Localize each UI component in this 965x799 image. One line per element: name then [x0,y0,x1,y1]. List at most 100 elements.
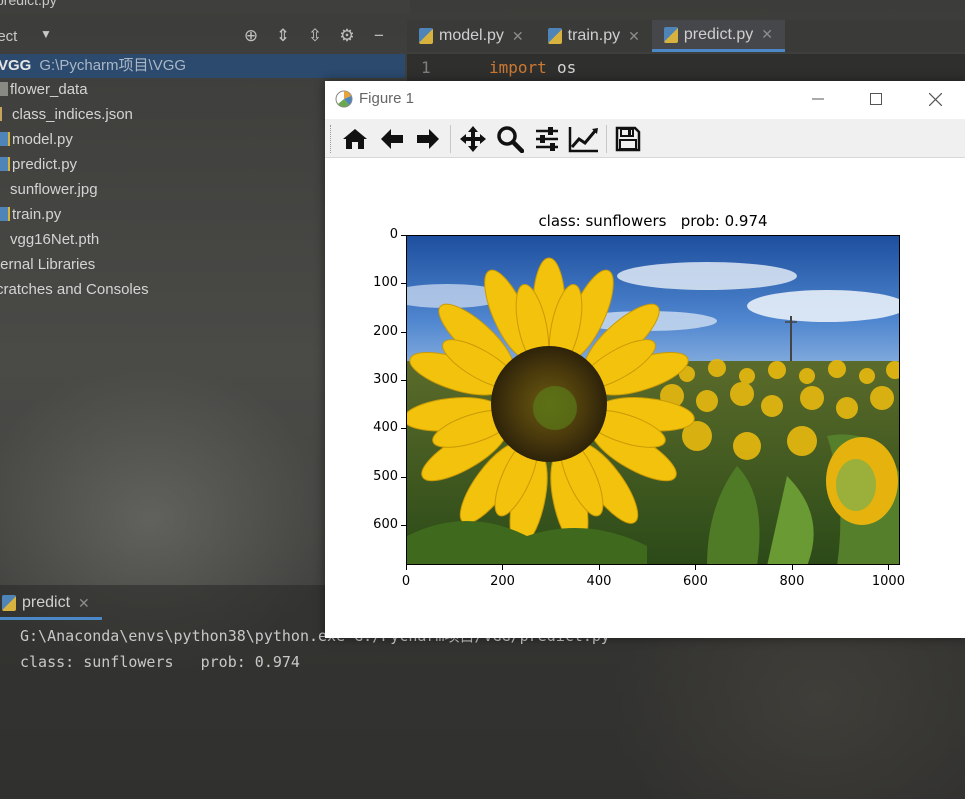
tab-train[interactable]: train.py ✕ [536,20,652,52]
tree-item[interactable]: predict.py [0,153,77,177]
sunflower-image [407,236,899,564]
y-tick-label: 0 [389,227,398,242]
matplotlib-logo-icon [335,90,353,108]
save-button[interactable] [612,123,644,155]
root-name: VGG [0,57,32,74]
configure-subplots-icon [536,127,558,151]
forward-button[interactable] [412,123,444,155]
tree-item[interactable]: flower_data [0,78,88,102]
run-tab-label: predict [22,594,71,611]
tree-item-label: cratches and Consoles [0,281,149,298]
y-tick-label: 300 [373,371,398,387]
tree-item-label: flower_data [10,81,88,98]
locate-icon[interactable]: ⊕ [240,25,262,47]
x-tick-mark [888,565,890,570]
close-button[interactable] [912,85,958,113]
home-icon [343,129,367,149]
figure-window: Figure 1 class: sunflowers prob: 0.974 0… [325,81,965,638]
edit-axis-button[interactable] [568,123,600,155]
tree-root-vgg[interactable]: VGG G:\Pycharm项目\VGG [0,54,405,78]
tree-item-label: ternal Libraries [0,256,96,273]
project-view-label[interactable]: ject [0,28,17,45]
tab-predict[interactable]: predict.py ✕ [651,20,785,52]
tree-item[interactable]: sunflower.jpg [0,178,98,202]
save-icon [615,126,641,152]
x-tick-label: 600 [683,574,708,589]
x-tick-mark [406,565,407,570]
back-icon [381,129,403,149]
editor-code-line[interactable]: 1 import os [407,54,965,82]
tree-item-label: sunflower.jpg [10,181,98,198]
x-tick-mark [502,565,504,570]
code-keyword: import [489,58,547,77]
close-icon[interactable]: ✕ [78,595,90,612]
python-file-icon [547,28,562,44]
python-file-icon [419,28,433,44]
figure-toolbar [325,119,965,158]
configure-subplots-button[interactable] [531,123,563,155]
y-tick-mark [401,379,406,381]
tree-item[interactable]: ternal Libraries [0,253,95,277]
minimize-icon[interactable]: − [368,25,390,47]
tree-item[interactable]: cratches and Consoles [0,278,149,302]
close-icon[interactable]: ✕ [628,28,640,45]
x-tick-mark [695,565,697,570]
tab-label: train.py [567,27,621,44]
minimize-button[interactable] [795,85,841,113]
y-tick-label: 600 [373,516,398,532]
tree-item[interactable]: vgg16Net.pth [0,228,99,252]
tab-model[interactable]: model.py ✕ [407,20,536,52]
maximize-icon [870,93,882,105]
toolbar-grip [330,125,333,153]
home-button[interactable] [339,123,371,155]
project-toolbar: ject ▼ ⊕ ⇕ ⇳ ⚙ − [0,22,405,52]
file-icon [0,232,8,246]
y-tick-mark [401,235,406,236]
line-number: 1 [421,58,431,77]
chevron-down-icon[interactable]: ▼ [40,27,52,41]
root-path: G:\Pycharm项目\VGG [39,57,187,74]
x-tick-mark [791,565,793,570]
zoom-icon [497,126,524,153]
tree-item[interactable]: class_indices.json [0,103,133,127]
tab-label: predict.py [683,25,754,43]
tree-item-label: model.py [12,131,73,148]
toolbar-separator [606,125,607,153]
collapse-all-icon[interactable]: ⇳ [304,25,326,47]
back-button[interactable] [376,123,408,155]
run-tab-predict[interactable]: predict ✕ [0,589,102,620]
code-module: os [557,58,577,77]
y-tick-label: 500 [373,468,398,484]
y-tick-mark [401,428,406,430]
python-file-icon [2,595,16,611]
y-tick-mark [401,283,406,285]
y-tick-mark [401,476,406,478]
pan-button[interactable] [457,123,489,155]
tree-item-label: train.py [12,206,62,223]
maximize-button[interactable] [853,85,899,113]
tree-item[interactable]: train.py [0,203,61,227]
close-icon[interactable]: ✕ [761,26,773,43]
python-file-icon [0,157,10,171]
figure-title-bar[interactable]: Figure 1 [325,81,965,118]
close-icon [928,92,942,106]
expand-all-icon[interactable]: ⇕ [272,25,294,47]
python-file-icon [0,132,10,146]
zoom-button[interactable] [494,123,526,155]
plot-image-area[interactable] [406,235,900,565]
x-tick-label: 1000 [871,574,905,589]
y-tick-mark [401,331,406,333]
image-file-icon [0,182,8,196]
close-icon[interactable]: ✕ [512,28,524,45]
y-tick-label: 400 [373,420,398,436]
project-tool-icons: ⊕ ⇕ ⇳ ⚙ − [240,25,390,47]
folder-icon [0,82,8,96]
tree-item[interactable]: model.py [0,128,73,152]
y-tick-mark [401,524,406,526]
minimize-icon [812,98,824,100]
editor-tab-bar: model.py ✕ train.py ✕ predict.py ✕ [407,20,965,52]
x-tick-label: 800 [779,574,805,589]
ide-window-title: predict.py [0,0,57,8]
y-tick-label: 100 [373,275,398,291]
gear-icon[interactable]: ⚙ [336,25,358,47]
